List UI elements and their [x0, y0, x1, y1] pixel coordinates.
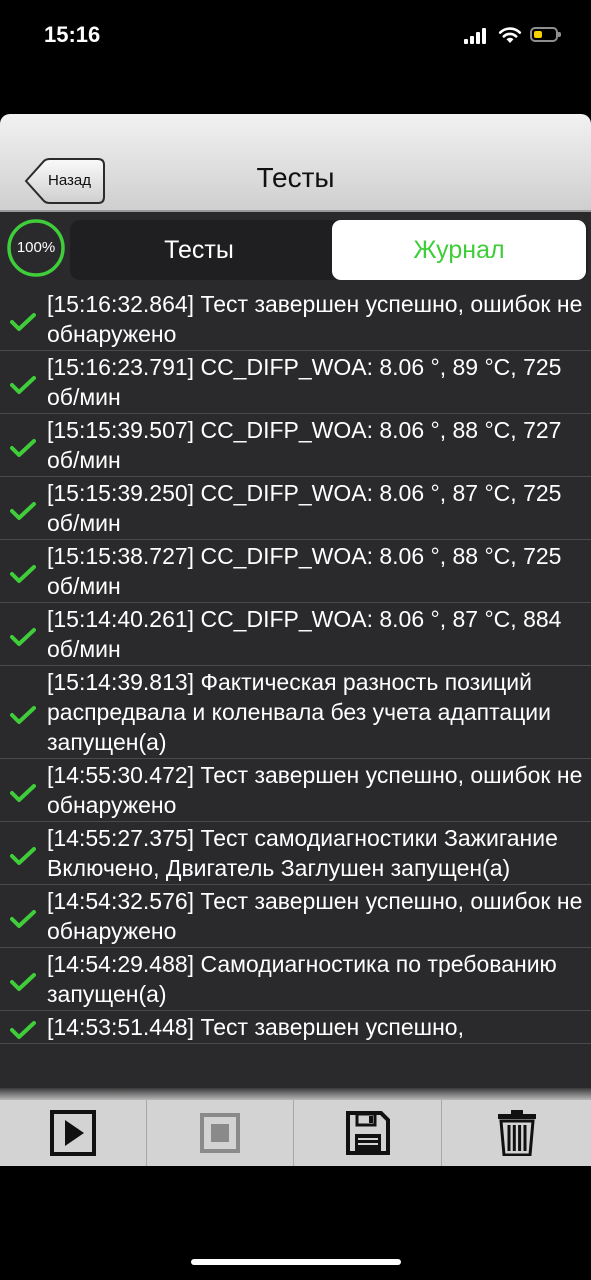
home-indicator	[191, 1259, 401, 1265]
checkmark-icon	[10, 439, 36, 457]
log-entry[interactable]: [15:16:23.791] CC_DIFP_WOA: 8.06 °, 89 °…	[0, 351, 591, 414]
checkmark-icon	[10, 973, 36, 991]
checkmark-icon	[10, 847, 36, 865]
log-entry-text: [15:15:39.507] CC_DIFP_WOA: 8.06 °, 88 °…	[47, 417, 562, 473]
log-entry-text: [14:54:32.576] Тест завершен успешно, ош…	[47, 888, 583, 944]
log-entry[interactable]: [15:14:40.261] CC_DIFP_WOA: 8.06 °, 87 °…	[0, 603, 591, 666]
cellular-signal-icon	[464, 28, 488, 44]
checkmark-icon	[10, 376, 36, 394]
checkmark-icon	[10, 910, 36, 928]
log-entry[interactable]: [14:53:51.448] Тест завершен успешно,	[0, 1011, 591, 1044]
save-button[interactable]	[295, 1100, 442, 1166]
log-entry[interactable]: [14:54:29.488] Самодиагностика по требов…	[0, 948, 591, 1011]
segment-row: 100% Тесты Журнал	[0, 212, 591, 288]
log-entry-text: [14:55:27.375] Тест самодиагностики Зажи…	[47, 825, 558, 881]
stop-icon	[200, 1113, 240, 1153]
log-list[interactable]: [15:16:32.864] Тест завершен успешно, ош…	[0, 288, 591, 1088]
log-entry-text: [14:55:30.472] Тест завершен успешно, ош…	[47, 762, 583, 818]
play-button[interactable]	[0, 1100, 147, 1166]
delete-button[interactable]	[443, 1100, 591, 1166]
log-entry[interactable]: [15:16:32.864] Тест завершен успешно, ош…	[0, 288, 591, 351]
status-bar: 15:16	[0, 0, 591, 70]
progress-label: 100%	[16, 239, 56, 256]
tab-journal[interactable]: Журнал	[332, 220, 586, 280]
log-entry[interactable]: [14:55:30.472] Тест завершен успешно, ош…	[0, 759, 591, 822]
play-icon	[50, 1110, 96, 1156]
app-window: Назад Тесты 100% Тесты Журнал [15:16:32.…	[0, 114, 591, 1166]
toolbar	[0, 1100, 591, 1166]
navigation-bar: Назад Тесты	[0, 114, 591, 212]
wifi-icon	[498, 26, 522, 44]
log-entry-text: [15:14:40.261] CC_DIFP_WOA: 8.06 °, 87 °…	[47, 606, 562, 662]
trash-icon	[498, 1110, 536, 1156]
checkmark-icon	[10, 628, 36, 646]
log-entry[interactable]: [15:14:39.813] Фактическая разность пози…	[0, 666, 591, 759]
log-entry-text: [15:15:39.250] CC_DIFP_WOA: 8.06 °, 87 °…	[47, 480, 562, 536]
log-entry[interactable]: [15:15:39.250] CC_DIFP_WOA: 8.06 °, 87 °…	[0, 477, 591, 540]
log-entry[interactable]: [14:54:32.576] Тест завершен успешно, ош…	[0, 885, 591, 948]
status-time: 15:16	[44, 22, 101, 47]
toolbar-divider	[0, 1088, 591, 1100]
log-entry-text: [14:54:29.488] Самодиагностика по требов…	[47, 951, 557, 1007]
log-entry[interactable]: [15:15:39.507] CC_DIFP_WOA: 8.06 °, 88 °…	[0, 414, 591, 477]
log-entry-text: [15:14:39.813] Фактическая разность пози…	[47, 669, 552, 755]
checkmark-icon	[10, 313, 36, 331]
log-entry-text: [14:53:51.448] Тест завершен успешно,	[47, 1014, 464, 1040]
checkmark-icon	[10, 502, 36, 520]
log-entry-text: [15:16:32.864] Тест завершен успешно, ош…	[47, 291, 583, 347]
battery-icon	[530, 27, 561, 42]
log-entry[interactable]: [15:15:38.727] CC_DIFP_WOA: 8.06 °, 88 °…	[0, 540, 591, 603]
checkmark-icon	[10, 706, 36, 724]
log-entry-text: [15:15:38.727] CC_DIFP_WOA: 8.06 °, 88 °…	[47, 543, 562, 599]
segmented-control: Тесты Журнал	[70, 220, 588, 280]
log-entry[interactable]: [14:55:27.375] Тест самодиагностики Зажи…	[0, 822, 591, 885]
log-entry-text: [15:16:23.791] CC_DIFP_WOA: 8.06 °, 89 °…	[47, 354, 562, 410]
tab-tests[interactable]: Тесты	[70, 220, 328, 280]
checkmark-icon	[10, 784, 36, 802]
stop-button[interactable]	[147, 1100, 294, 1166]
page-title: Тесты	[256, 162, 335, 193]
checkmark-icon	[10, 565, 36, 583]
save-icon	[346, 1111, 390, 1155]
checkmark-icon	[10, 1021, 36, 1039]
